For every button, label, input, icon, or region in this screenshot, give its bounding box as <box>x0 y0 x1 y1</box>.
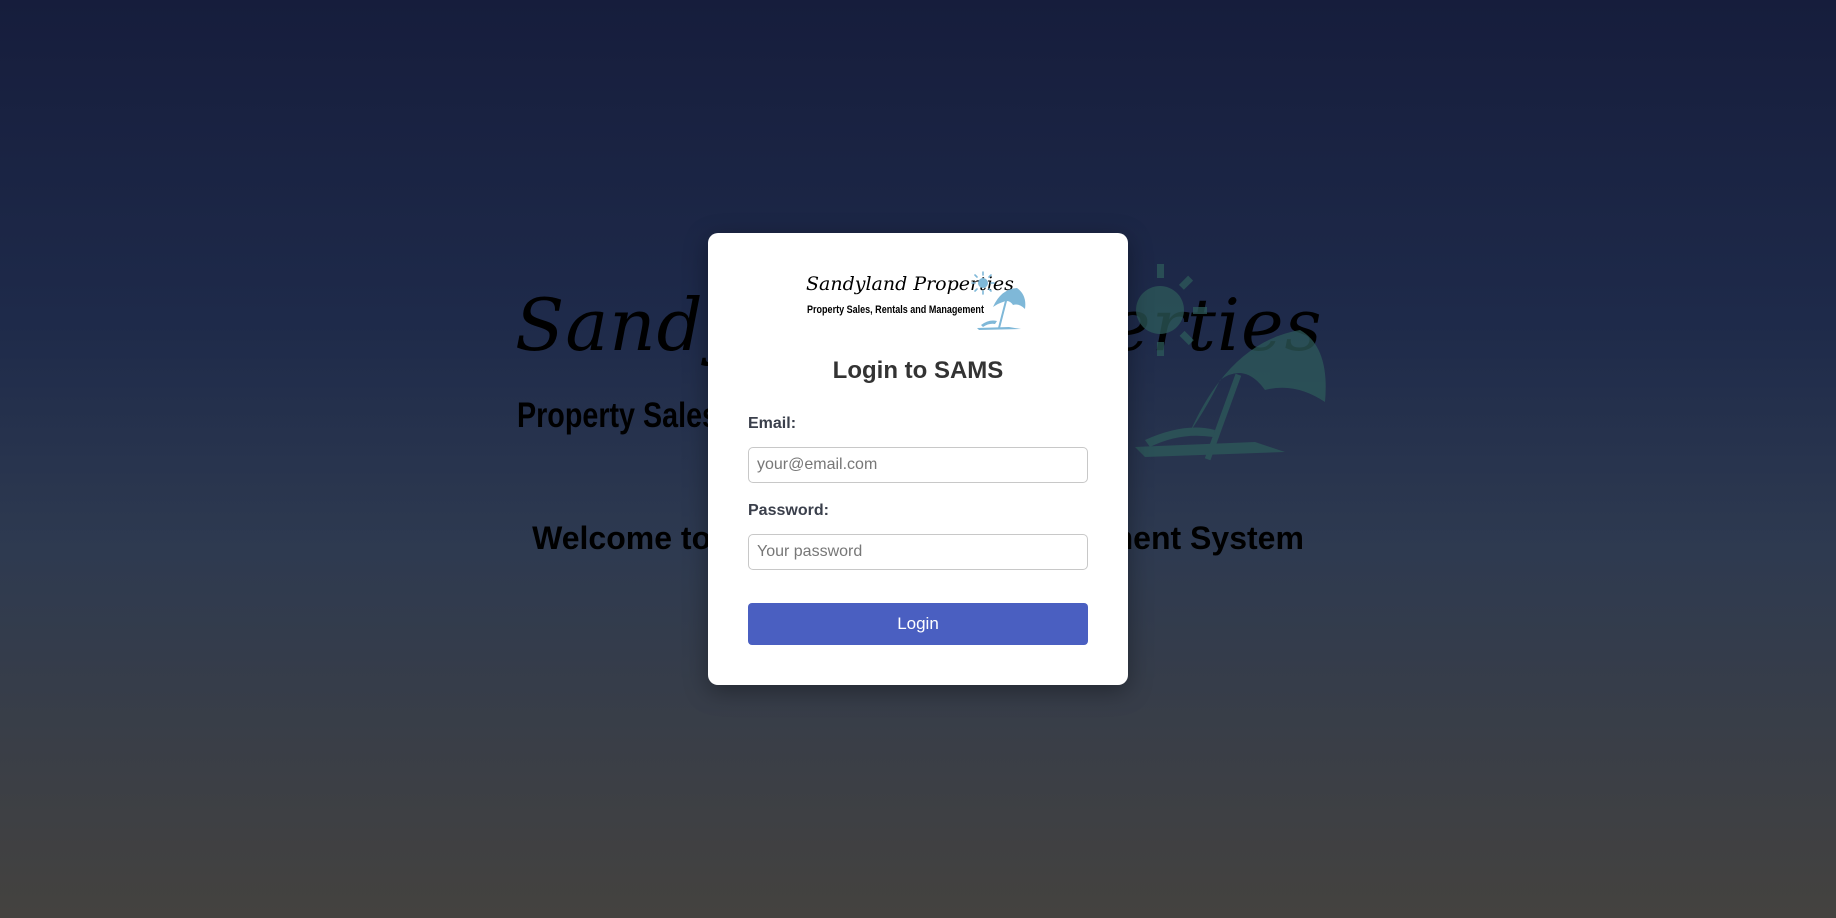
login-modal: Sandyland Properties Property Sales, Ren… <box>708 233 1128 685</box>
login-button[interactable]: Login <box>748 603 1088 645</box>
email-label: Email: <box>748 415 797 432</box>
logo-subtitle: Property Sales, Rentals and Management <box>807 304 984 316</box>
password-label: Password: <box>748 502 829 519</box>
background-beach-umbrella-icon <box>1135 264 1326 461</box>
beach-umbrella-sun-icon <box>971 271 1026 330</box>
sandyland-logo: Sandyland Properties Property Sales, Ren… <box>806 271 1036 331</box>
login-title: Login to SAMS <box>832 357 1004 384</box>
password-field[interactable] <box>748 534 1088 570</box>
email-field[interactable] <box>748 447 1088 483</box>
